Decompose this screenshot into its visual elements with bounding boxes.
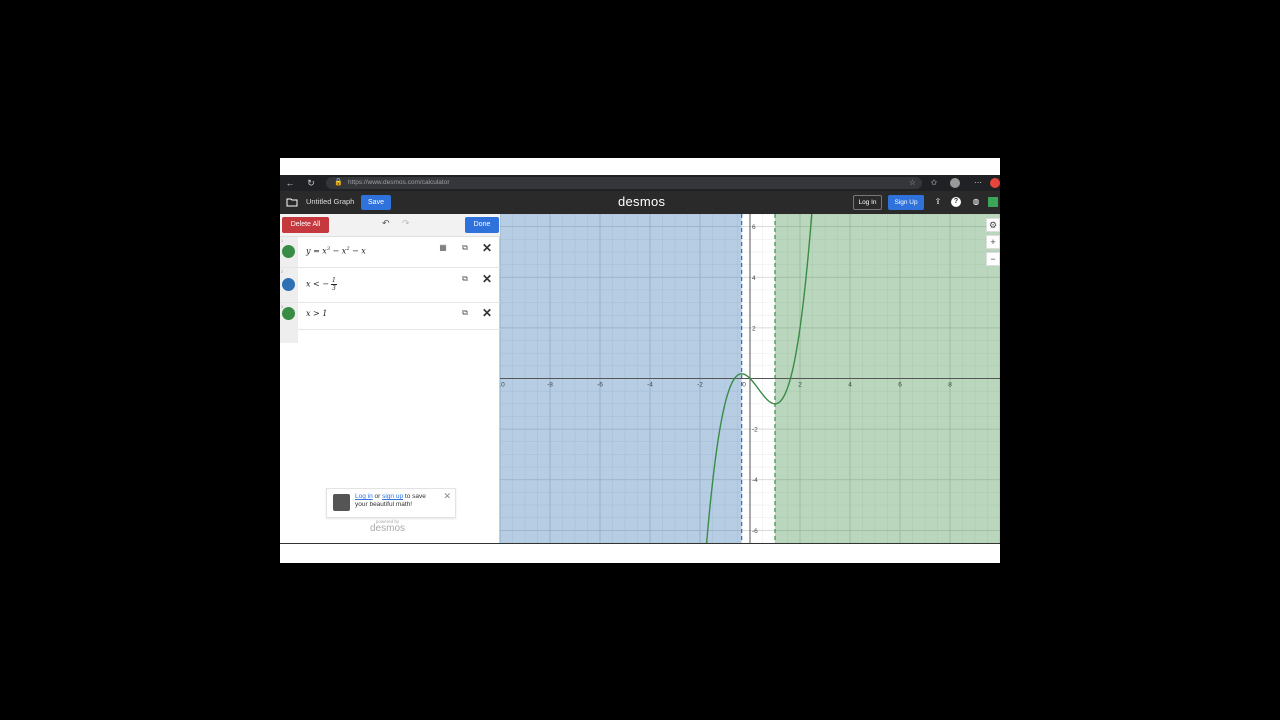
graph-tools: ⚙ + − [986, 218, 1000, 269]
save-prompt-text: Log in or sign up to save your beautiful… [355, 493, 439, 509]
duplicate-icon[interactable]: ⧉ [459, 308, 471, 318]
expression-gutter: 1 [280, 237, 298, 267]
url-text: https://www.desmos.com/calculator [348, 179, 450, 186]
delete-expression-icon[interactable]: ✕ [481, 272, 493, 286]
keyboard-icon[interactable] [988, 197, 998, 207]
expression-panel: Delete All ↶ ↷ Done 1 y = x3 − x2 − x ▦ … [280, 214, 500, 543]
graph-canvas[interactable]: -10 -8 -6 -4 -2 0 2 4 6 8 6 4 2 -2 -4 -6 [500, 214, 1000, 543]
fraction: 13 [331, 277, 337, 292]
powered-by-logo: desmos [370, 523, 406, 534]
expr-part: y = x [306, 246, 327, 256]
x-tick-label: -2 [697, 382, 703, 389]
expression-index: 1 [281, 238, 284, 243]
folder-icon[interactable] [286, 196, 298, 208]
y-tick-label: -2 [752, 427, 758, 434]
bookmark-star-icon[interactable]: ☆ [909, 177, 916, 189]
zoom-out-icon[interactable]: − [986, 252, 1000, 266]
share-icon[interactable]: ⇪ [932, 196, 944, 208]
table-icon[interactable]: ▦ [437, 243, 449, 252]
expression-math[interactable]: x > 1 [306, 309, 327, 318]
y-tick-label: 4 [752, 275, 756, 282]
login-button[interactable]: Log In [853, 195, 882, 210]
browser-toolbar: ← ↻ 🔒 https://www.desmos.com/calculator … [280, 175, 1000, 191]
save-prompt: Log in or sign up to save your beautiful… [326, 488, 456, 518]
graph-paper[interactable]: -10 -8 -6 -4 -2 0 2 4 6 8 6 4 2 -2 -4 -6 ⚙ + − [500, 214, 1000, 543]
x-tick-label: -4 [647, 382, 653, 389]
expression-index: 2 [281, 269, 284, 274]
expression-row-1[interactable]: 1 y = x3 − x2 − x ▦ ⧉ ✕ [280, 237, 500, 268]
x-tick-label: 0 [742, 382, 746, 389]
x-tick-label: 4 [848, 382, 852, 389]
delete-all-button[interactable]: Delete All [282, 217, 329, 233]
duplicate-icon[interactable]: ⧉ [459, 243, 471, 253]
expr-part: − x [349, 246, 366, 256]
undo-icon[interactable]: ↶ [382, 218, 390, 229]
expression-row-3[interactable]: 3 x > 1 ⧉ ✕ [280, 303, 500, 343]
extensions-icon[interactable]: ⋯ [972, 177, 984, 189]
browser-app-icon[interactable] [990, 178, 1000, 188]
fraction-denominator: 3 [332, 285, 336, 292]
x-tick-label: 2 [798, 382, 802, 389]
expr-part: x < − [306, 279, 330, 289]
x-tick-label: -8 [547, 382, 553, 389]
signup-button[interactable]: Sign Up [888, 195, 924, 210]
fraction-numerator: 1 [331, 277, 337, 285]
expression-gutter: 2 [280, 268, 298, 302]
done-button[interactable]: Done [465, 217, 499, 233]
x-tick-label: -10 [500, 382, 505, 389]
expression-row-2[interactable]: 2 x < −1 3 ⧉ ✕ [280, 268, 500, 303]
screen-frame: ← ↻ 🔒 https://www.desmos.com/calculator … [280, 158, 1000, 563]
wrench-icon[interactable]: ⚙ [986, 218, 1000, 232]
address-bar[interactable]: 🔒 https://www.desmos.com/calculator ☆ [326, 177, 922, 189]
login-link[interactable]: Log in [355, 493, 373, 500]
profile-avatar-icon[interactable] [950, 178, 960, 188]
signup-link[interactable]: sign up [382, 493, 403, 500]
close-icon[interactable]: ✕ [443, 491, 451, 502]
help-icon[interactable]: ? [951, 197, 961, 207]
y-tick-label: -4 [752, 477, 758, 484]
app-header: Untitled Graph Save desmos Log In Sign U… [280, 191, 1000, 214]
delete-expression-icon[interactable]: ✕ [481, 306, 493, 320]
favorites-icon[interactable]: ✩ [928, 177, 940, 189]
y-tick-label: -6 [752, 528, 758, 535]
y-tick-label: 6 [752, 224, 756, 231]
globe-icon[interactable]: ◍ [970, 196, 982, 208]
expression-toolbar: Delete All ↶ ↷ Done [280, 214, 500, 237]
redo-icon[interactable]: ↷ [402, 218, 410, 229]
color-toggle-icon[interactable] [282, 307, 295, 320]
save-button[interactable]: Save [361, 195, 391, 210]
divider [280, 543, 1000, 544]
back-arrow-icon[interactable]: ← [284, 177, 296, 189]
expr-part: − x [330, 246, 347, 256]
lock-icon: 🔒 [334, 179, 343, 186]
prompt-text: or [372, 493, 383, 500]
delete-expression-icon[interactable]: ✕ [481, 241, 493, 255]
zoom-in-icon[interactable]: + [986, 235, 1000, 249]
powered-by-desmos[interactable]: powered by desmos [370, 519, 406, 534]
color-toggle-icon[interactable] [282, 278, 295, 291]
expression-math[interactable]: y = x3 − x2 − x [306, 246, 366, 256]
graph-title[interactable]: Untitled Graph [306, 197, 354, 206]
desmos-logo: desmos [618, 194, 666, 209]
y-tick-label: 2 [752, 325, 756, 332]
duplicate-icon[interactable]: ⧉ [459, 274, 471, 284]
expression-math[interactable]: x < −1 3 [306, 277, 337, 292]
desmos-logo-icon [333, 494, 350, 511]
expression-gutter: 3 [280, 303, 298, 343]
x-tick-label: 6 [898, 382, 902, 389]
x-tick-label: -6 [597, 382, 603, 389]
reload-icon[interactable]: ↻ [305, 177, 317, 189]
color-toggle-icon[interactable] [282, 245, 295, 258]
x-tick-label: 8 [948, 382, 952, 389]
